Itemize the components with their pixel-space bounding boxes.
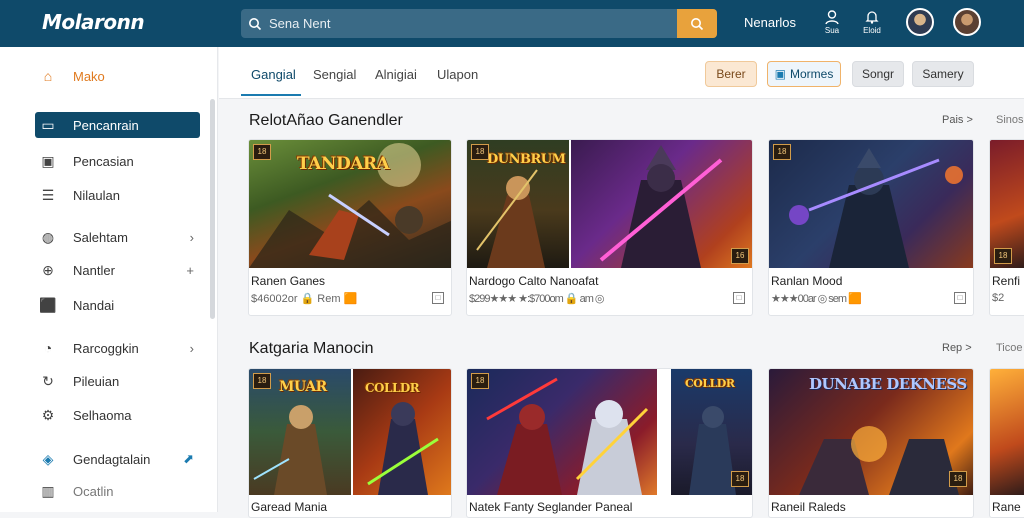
card-title: Renfi	[992, 274, 1021, 288]
card-title: Ranen Ganes	[251, 274, 326, 288]
search-button[interactable]	[677, 9, 717, 38]
rating-badge: 18	[773, 144, 791, 160]
game-card[interactable]: Rane	[989, 368, 1024, 518]
app-logo[interactable]: Molaronn	[42, 10, 145, 34]
filter-button-1[interactable]: Berer	[705, 61, 757, 87]
home-icon: ⌂	[43, 68, 53, 84]
tab-1[interactable]: Gangial	[251, 67, 296, 82]
sidebar-scrollbar[interactable]	[210, 99, 215, 319]
bell-icon	[865, 11, 879, 24]
user-icon-button[interactable]: Sua	[817, 9, 847, 39]
search-bar[interactable]: Sena Nent	[241, 9, 717, 38]
card-meta: $299★★★ ★:$700om 🔒 am ◎	[469, 293, 605, 305]
filter-button-3[interactable]: Songr	[852, 61, 904, 87]
sidebar-item-9[interactable]: ⚙ Selhaoma	[35, 402, 200, 428]
sidebar-item-10[interactable]: ◈ Gendagtalain ⬈	[35, 446, 200, 472]
chevron-right-icon: ›	[189, 340, 194, 356]
bar-icon: ▥	[41, 482, 55, 499]
search-icon	[241, 9, 269, 38]
card-meta: $2	[992, 292, 1005, 304]
tab-4[interactable]: Ulapon	[437, 67, 478, 82]
game-thumbnail: 18	[769, 140, 973, 268]
avatar[interactable]	[906, 8, 934, 36]
tab-3[interactable]: Alnigiai	[375, 67, 417, 82]
top-bar: Molaronn Sena Nent Nenarlos Sua Eloid	[0, 0, 1024, 47]
game-card[interactable]: DUNABE DEKNESS 18 Raneil Raleds	[768, 368, 974, 518]
sidebar-item-home[interactable]: ⌂ Mako	[35, 63, 200, 89]
gear-icon: ⚙	[41, 406, 55, 423]
tag-icon: ◈	[42, 450, 54, 467]
game-thumbnail: 18	[990, 140, 1024, 268]
game-card[interactable]: DUNBRUM 16 18 Nardogo Calto Nanoafat $29…	[466, 139, 753, 316]
game-card[interactable]: 18 Renfi $2	[989, 139, 1024, 316]
list-icon: ☰	[41, 186, 55, 203]
folder-icon: ▭	[41, 116, 55, 133]
bell-icon-button[interactable]: Eloid	[857, 9, 887, 39]
game-thumbnail: COLLDR	[353, 369, 451, 495]
search-input[interactable]: Sena Nent	[269, 16, 330, 31]
card-title: Nardogo Calto Nanoafat	[469, 274, 599, 288]
user-icon	[825, 10, 839, 25]
card-meta: ★★★00ar ◎ sem 🟧	[771, 293, 862, 305]
cube-icon: ⬛	[39, 296, 57, 313]
sidebar-item-11[interactable]: ▥ Ocatlin	[35, 478, 200, 504]
add-icon[interactable]: □	[733, 292, 745, 304]
card-meta: $46002or 🔒 Rem 🟧	[251, 293, 358, 305]
sidebar-item-8[interactable]: ↻ Pileuian	[35, 368, 200, 394]
plus-icon: +	[186, 262, 194, 278]
game-card[interactable]: 18 Ranlan Mood ★★★00ar ◎ sem 🟧 □	[768, 139, 974, 316]
tab-2[interactable]: Sengial	[313, 67, 356, 82]
see-more-link[interactable]: Rep >	[942, 342, 972, 354]
game-thumbnail: 18	[467, 369, 657, 495]
game-card[interactable]: MUAR COLLDR 18 Garead Mania	[248, 368, 452, 518]
filter-button-4[interactable]: Samery	[912, 61, 974, 87]
game-card[interactable]: TANDARA 18 Ranen Ganes $46002or 🔒 Rem 🟧 …	[248, 139, 452, 316]
game-thumbnail: COLLDR 18	[671, 369, 752, 495]
more-link[interactable]: Sinos	[996, 114, 1024, 126]
rating-badge: 18	[471, 373, 489, 389]
section-title: RelotAñao Ganendler	[249, 112, 403, 129]
sidebar-item-5[interactable]: ⊕ Nantler +	[35, 257, 200, 283]
rating-badge: 18	[471, 144, 489, 160]
sidebar-item-7[interactable]: ◔ Rarcoggkin ›	[35, 335, 200, 361]
drop-icon: ◔	[43, 340, 53, 356]
tag-icon: ▣	[774, 67, 786, 81]
rating-badge: 18	[253, 144, 271, 160]
rating-badge: 16	[731, 248, 749, 264]
sidebar-item-3[interactable]: ☰ Nilaulan	[35, 182, 200, 208]
square-icon: ▣	[41, 152, 55, 169]
game-card[interactable]: 18 COLLDR 18 Natek Fanty Seglander Panea…	[466, 368, 753, 518]
sidebar-item-4[interactable]: ◍ Salehtam ›	[35, 224, 200, 250]
card-title: Ranlan Mood	[771, 274, 843, 288]
nav-link[interactable]: Nenarlos	[744, 15, 796, 30]
tab-underline	[241, 94, 301, 96]
rating-badge: 18	[949, 471, 967, 487]
see-more-link[interactable]: Pais >	[942, 114, 973, 126]
sidebar-item-active[interactable]: ▭ Pencanrain	[35, 112, 200, 138]
profile-avatar[interactable]	[953, 8, 981, 36]
share-icon: ⬈	[183, 451, 194, 466]
refresh-icon: ↻	[42, 372, 54, 389]
globe-icon: ◍	[41, 228, 55, 245]
game-thumbnail	[990, 369, 1024, 495]
more-link[interactable]: Ticoe	[996, 342, 1023, 354]
compass-icon: ⊕	[42, 261, 54, 278]
chevron-right-icon: ›	[189, 229, 194, 245]
game-thumbnail: 16	[571, 140, 752, 268]
game-thumbnail: TANDARA 18	[249, 140, 451, 268]
sidebar-item-2[interactable]: ▣ Pencasian	[35, 148, 200, 174]
rating-badge: 18	[253, 373, 271, 389]
filter-button-2[interactable]: ▣ Mormes	[767, 61, 841, 87]
game-thumbnail: DUNABE DEKNESS 18	[769, 369, 973, 495]
sidebar-item-6[interactable]: ⬛ Nandai	[35, 292, 200, 318]
add-icon[interactable]: □	[432, 292, 444, 304]
add-icon[interactable]: □	[954, 292, 966, 304]
rating-badge: 18	[994, 248, 1012, 264]
section-title: Katgaria Manocin	[249, 340, 374, 357]
rating-badge: 18	[731, 471, 749, 487]
